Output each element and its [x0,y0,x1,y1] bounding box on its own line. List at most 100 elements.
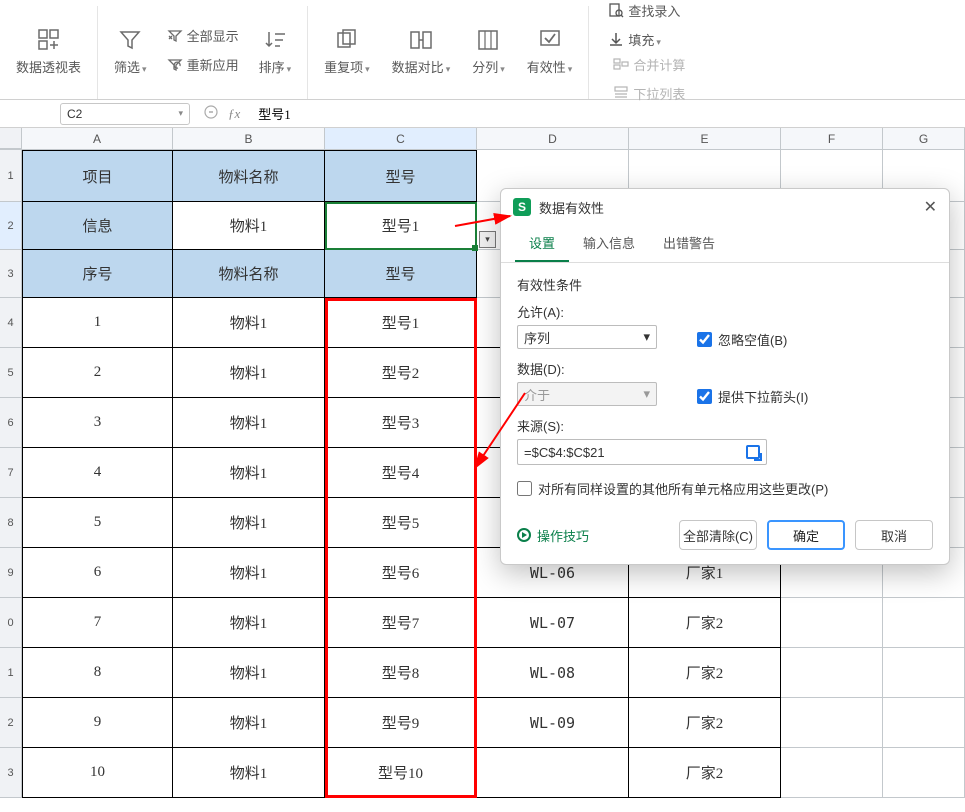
cell-D10[interactable]: WL-07 [477,598,629,648]
btn-filter[interactable]: 筛选 [108,23,153,80]
cell-A11[interactable]: 8 [22,648,173,698]
cell-B8[interactable]: 物料1 [173,498,325,548]
col-header-B[interactable]: B [173,128,325,149]
row-header-6[interactable]: 6 [0,398,22,448]
row-header-5[interactable]: 5 [0,348,22,398]
cell-C13[interactable]: 型号10 [325,748,477,798]
select-all-corner[interactable] [0,128,22,149]
cell-B13[interactable]: 物料1 [173,748,325,798]
row-header-12[interactable]: 2 [0,698,22,748]
dialog-titlebar[interactable]: S 数据有效性 ✕ [501,189,949,225]
col-header-A[interactable]: A [22,128,173,149]
ok-button[interactable]: 确定 [767,520,845,550]
name-box[interactable]: C2 ▾ [60,103,190,125]
cell-C11[interactable]: 型号8 [325,648,477,698]
cell-B10[interactable]: 物料1 [173,598,325,648]
cell-B4[interactable]: 物料1 [173,298,325,348]
col-header-C[interactable]: C [325,128,477,149]
cell-A2[interactable]: 信息 [22,202,173,250]
cell-C6[interactable]: 型号3 [325,398,477,448]
btn-duplicates[interactable]: 重复项 [318,23,376,80]
cell-C2[interactable]: 型号1 [325,202,477,250]
cell-A5[interactable]: 2 [22,348,173,398]
cell-A7[interactable]: 4 [22,448,173,498]
tips-link[interactable]: 操作技巧 [517,526,589,545]
cell-C7[interactable]: 型号4 [325,448,477,498]
row-header-13[interactable]: 3 [0,748,22,798]
cell-F11[interactable] [781,648,883,698]
cell-E10[interactable]: 厂家2 [629,598,781,648]
ignore-blank-input[interactable] [697,332,712,347]
cell-A3[interactable]: 序号 [22,250,173,298]
apply-same-row[interactable]: 对所有同样设置的其他所有单元格应用这些更改(P) [517,479,933,498]
cell-B6[interactable]: 物料1 [173,398,325,448]
row-header-1[interactable]: 1 [0,150,22,202]
btn-pivot[interactable]: 数据透视表 [10,23,87,80]
cell-E12[interactable]: 厂家2 [629,698,781,748]
row-header-2[interactable]: 2 [0,202,22,250]
cell-dropdown-button[interactable]: ▾ [479,231,496,248]
cell-E11[interactable]: 厂家2 [629,648,781,698]
btn-compare[interactable]: 数据对比 [386,23,457,80]
cell-C4[interactable]: 型号1 [325,298,477,348]
col-header-G[interactable]: G [883,128,965,149]
cancel-fx-icon[interactable] [204,105,218,122]
col-header-E[interactable]: E [629,128,781,149]
cell-A4[interactable]: 1 [22,298,173,348]
cell-E13[interactable]: 厂家2 [629,748,781,798]
cell-B3[interactable]: 物料名称 [173,250,325,298]
fx-icon[interactable]: ƒx [228,106,240,122]
row-header-9[interactable]: 9 [0,548,22,598]
ignore-blank-checkbox[interactable]: 忽略空值(B) [697,330,787,349]
cell-A10[interactable]: 7 [22,598,173,648]
btn-validity[interactable]: 有效性 [521,23,579,80]
btn-fill[interactable]: 填充 [604,27,665,52]
row-header-11[interactable]: 1 [0,648,22,698]
btn-find-entry[interactable]: 查找录入 [604,0,684,23]
range-picker-icon[interactable] [746,445,760,459]
cell-A9[interactable]: 6 [22,548,173,598]
cell-B9[interactable]: 物料1 [173,548,325,598]
cell-C8[interactable]: 型号5 [325,498,477,548]
row-header-7[interactable]: 7 [0,448,22,498]
row-header-8[interactable]: 8 [0,498,22,548]
show-dropdown-checkbox[interactable]: 提供下拉箭头(I) [697,387,808,406]
btn-show-all[interactable]: 全部显示 [163,23,243,48]
clear-all-button[interactable]: 全部清除(C) [679,520,757,550]
tab-settings[interactable]: 设置 [515,225,569,262]
cell-B7[interactable]: 物料1 [173,448,325,498]
cell-A8[interactable]: 5 [22,498,173,548]
cell-G12[interactable] [883,698,965,748]
btn-split[interactable]: 分列 [466,23,511,80]
tab-input-message[interactable]: 输入信息 [569,225,649,262]
cell-A1[interactable]: 项目 [22,150,173,202]
cell-G11[interactable] [883,648,965,698]
tab-error-alert[interactable]: 出错警告 [649,225,729,262]
cell-F10[interactable] [781,598,883,648]
btn-merge-calc[interactable]: 合并计算 [609,52,689,77]
formula-input[interactable] [254,103,961,125]
cell-C9[interactable]: 型号6 [325,548,477,598]
cell-G10[interactable] [883,598,965,648]
cancel-button[interactable]: 取消 [855,520,933,550]
col-header-F[interactable]: F [781,128,883,149]
cell-B12[interactable]: 物料1 [173,698,325,748]
cell-F13[interactable] [781,748,883,798]
row-header-3[interactable]: 3 [0,250,22,298]
cell-B11[interactable]: 物料1 [173,648,325,698]
cell-A6[interactable]: 3 [22,398,173,448]
btn-reapply[interactable]: 重新应用 [163,52,243,77]
btn-sort[interactable]: 排序 [253,23,298,80]
row-header-4[interactable]: 4 [0,298,22,348]
cell-B2[interactable]: 物料1 [173,202,325,250]
cell-D13[interactable] [477,748,629,798]
allow-select[interactable]: 序列 ▾ [517,325,657,349]
apply-same-checkbox[interactable] [517,481,532,496]
cell-C5[interactable]: 型号2 [325,348,477,398]
cell-C3[interactable]: 型号 [325,250,477,298]
cell-D12[interactable]: WL-09 [477,698,629,748]
cell-A13[interactable]: 10 [22,748,173,798]
source-input[interactable]: =$C$4:$C$21 [517,439,767,465]
close-icon[interactable]: ✕ [924,197,937,217]
cell-F12[interactable] [781,698,883,748]
